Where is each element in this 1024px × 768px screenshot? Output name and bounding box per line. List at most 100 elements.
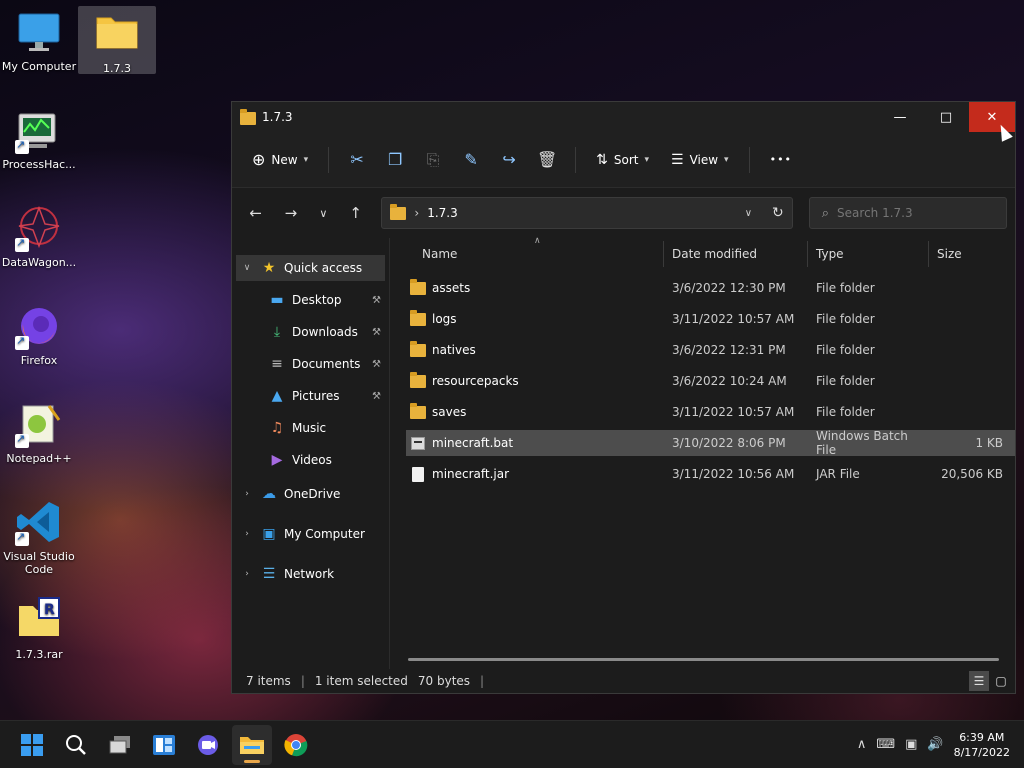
taskbar: ∧ ⌨ ▣ 🔊 6:39 AM 8/17/2022 (0, 720, 1024, 768)
maximize-button[interactable]: □ (923, 102, 969, 132)
recent-locations-button[interactable]: ∨ (311, 198, 336, 228)
sidebar-item-network[interactable]: › ☰ Network (232, 561, 389, 587)
up-button[interactable]: ↑ (340, 198, 371, 228)
file-explorer-window: 1.7.3 — □ ✕ ⊕ New ▾ ✂ ❐ ⎘ ✎ ↪ 🗑 ⇅ Sort ▾… (231, 101, 1016, 694)
desktop-icon-firefox[interactable]: Firefox (0, 302, 78, 367)
view-button[interactable]: ☰ View ▾ (663, 144, 737, 176)
file-row-minecraft-bat[interactable]: minecraft.bat 3/10/2022 8:06 PM Windows … (406, 429, 1015, 457)
file-name: saves (432, 405, 467, 419)
file-name: resourcepacks (432, 374, 519, 388)
title-bar[interactable]: 1.7.3 — □ ✕ (232, 102, 1015, 132)
delete-button[interactable]: 🗑 (531, 144, 563, 176)
taskbar-chrome[interactable] (276, 725, 316, 765)
chevron-right-icon[interactable]: › (240, 529, 254, 539)
sidebar-item-music[interactable]: ♫ Music (232, 415, 389, 441)
start-button[interactable] (12, 725, 52, 765)
file-row-minecraft-jar[interactable]: minecraft.jar 3/11/2022 10:56 AM JAR Fil… (406, 461, 1015, 487)
volume-icon[interactable]: 🔊 (927, 737, 943, 752)
file-row-natives[interactable]: natives 3/6/2022 12:31 PM File folder (406, 337, 1015, 363)
back-button[interactable]: ← (240, 198, 271, 228)
folder-icon (240, 109, 256, 125)
new-button[interactable]: ⊕ New ▾ (244, 144, 316, 176)
column-header-size[interactable]: Size (929, 241, 1007, 267)
file-type: File folder (816, 374, 875, 388)
sidebar-item-label: Desktop (292, 293, 342, 307)
view-label: View (689, 152, 719, 167)
show-hidden-icons-chevron-icon[interactable]: ∧ (857, 737, 867, 752)
desktop-icon-vscode[interactable]: Visual Studio Code (0, 498, 78, 576)
tiles-view-button[interactable]: ▢ (991, 671, 1011, 691)
network-status-icon[interactable]: ▣ (905, 737, 917, 752)
breadcrumb-separator-icon: › (414, 206, 420, 220)
refresh-icon[interactable]: ↻ (772, 205, 784, 221)
shortcut-arrow-icon (15, 138, 29, 154)
minimize-button[interactable]: — (877, 102, 923, 132)
share-button[interactable]: ↪ (493, 144, 525, 176)
more-options-button[interactable]: ••• (762, 144, 800, 176)
copy-icon: ❐ (387, 150, 403, 169)
sidebar-item-documents[interactable]: ≡ Documents ⚒ (232, 351, 389, 377)
toolbar-separator (575, 146, 577, 173)
file-row-logs[interactable]: logs 3/11/2022 10:57 AM File folder (406, 306, 1015, 332)
widgets-button[interactable] (144, 725, 184, 765)
sort-arrows-icon: ⇅ (596, 151, 608, 168)
desktop-icon-notepadpp[interactable]: Notepad++ (0, 400, 78, 465)
sidebar-item-pictures[interactable]: ▲ Pictures ⚒ (232, 383, 389, 409)
taskbar-file-explorer[interactable] (232, 724, 272, 765)
sort-button[interactable]: ⇅ Sort ▾ (588, 144, 657, 176)
selection-count: 1 item selected (314, 674, 408, 688)
file-row-saves[interactable]: saves 3/11/2022 10:57 AM File folder (406, 399, 1015, 425)
cut-button[interactable]: ✂ (341, 144, 373, 176)
rename-button[interactable]: ✎ (455, 144, 487, 176)
sidebar-item-label: Documents (292, 357, 361, 371)
monitor-icon: ▣ (262, 526, 276, 542)
details-view-button[interactable]: ☰ (969, 671, 989, 691)
task-view-icon (109, 735, 130, 753)
desktop-icon-label: Visual Studio Code (3, 550, 75, 576)
file-row-resourcepacks[interactable]: resourcepacks 3/6/2022 10:24 AM File fol… (406, 368, 1015, 394)
chevron-right-icon[interactable]: › (240, 489, 254, 499)
clipboard-icon: ⎘ (426, 149, 440, 169)
address-bar[interactable]: › 1.7.3 ∨ ↻ (381, 197, 793, 229)
details-view-icon: ☰ (973, 674, 985, 688)
search-input[interactable] (837, 206, 988, 220)
search-box[interactable]: ⌕ (808, 197, 1007, 229)
task-view-button[interactable] (100, 725, 140, 765)
desktop-icon-folder-1-7-3[interactable]: 1.7.3 (78, 6, 156, 75)
desktop-icon-datawagon[interactable]: DataWagon... (0, 204, 78, 269)
sidebar-item-onedrive[interactable]: › ☁ OneDrive (232, 481, 389, 507)
processhacker-icon (15, 106, 63, 154)
file-name: assets (432, 281, 471, 295)
forward-button[interactable]: → (275, 198, 306, 228)
desktop-icon-processhacker[interactable]: ProcessHac... (0, 106, 78, 171)
sidebar-item-label: Pictures (292, 389, 340, 403)
sidebar-item-downloads[interactable]: ⤓ Downloads ⚒ (232, 319, 389, 345)
desktop-icon-my-computer[interactable]: My Computer (0, 8, 78, 73)
clock[interactable]: 6:39 AM 8/17/2022 (954, 730, 1010, 760)
chat-button[interactable] (188, 725, 228, 765)
search-button[interactable] (56, 725, 96, 765)
column-header-type[interactable]: Type (808, 240, 929, 267)
keyboard-icon[interactable]: ⌨ (876, 737, 895, 752)
copy-button[interactable]: ❐ (379, 144, 411, 176)
chevron-down-icon: ∨ (319, 206, 328, 220)
breadcrumb-item[interactable]: 1.7.3 (427, 206, 458, 220)
sidebar-item-quick-access[interactable]: ∨ ★ Quick access (236, 255, 385, 281)
chevron-right-icon[interactable]: › (240, 569, 254, 579)
desktop-icon-rar[interactable]: R 1.7.3.rar (0, 596, 78, 661)
chevron-down-icon[interactable]: ∨ (240, 263, 254, 273)
chevron-down-icon: ▾ (724, 154, 729, 165)
sidebar-item-my-computer[interactable]: › ▣ My Computer (232, 521, 389, 547)
item-count: 7 items (246, 674, 291, 688)
column-header-date[interactable]: Date modified (664, 240, 808, 267)
horizontal-scrollbar[interactable] (408, 658, 999, 661)
paste-button[interactable]: ⎘ (417, 144, 449, 176)
file-type: File folder (816, 312, 875, 326)
file-row-assets[interactable]: assets 3/6/2022 12:30 PM File folder (406, 275, 1015, 301)
sidebar-item-videos[interactable]: ▶ Videos (232, 447, 389, 473)
network-icon: ☰ (262, 566, 276, 582)
sidebar-item-desktop[interactable]: ▬ Desktop ⚒ (232, 287, 389, 313)
desktop-icon-label: 1.7.3.rar (15, 648, 63, 661)
chevron-down-icon[interactable]: ∨ (745, 208, 752, 219)
file-date: 3/10/2022 8:06 PM (672, 436, 786, 450)
